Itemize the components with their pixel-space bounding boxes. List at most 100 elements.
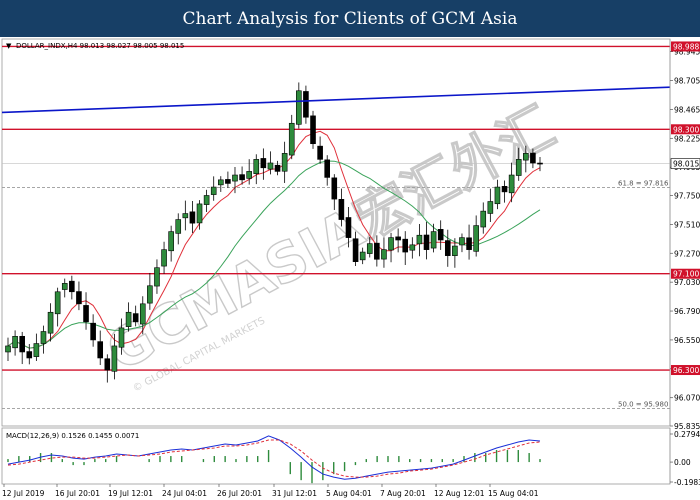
candle-down — [466, 237, 472, 250]
candle-up — [381, 249, 387, 260]
macd-title: MACD(12,26,9) 0.1526 0.1455 0.0071 — [6, 432, 139, 440]
candle-down — [444, 240, 451, 256]
level-label: 98.988 — [673, 42, 699, 51]
candle-up — [54, 291, 61, 315]
candle-up — [5, 345, 11, 353]
time-axis-label: 12 Aug 12:01 — [434, 489, 485, 498]
candle-up — [47, 311, 54, 334]
time-axis-label: 5 Aug 04:01 — [326, 489, 372, 498]
candle-down — [104, 358, 111, 371]
candle-down — [324, 159, 331, 178]
macd-axis-label: 0.00 — [674, 458, 691, 467]
symbol-expand-icon[interactable]: ▼ — [6, 42, 12, 50]
candle-up — [196, 203, 203, 224]
candle-down — [395, 236, 401, 241]
candle-up — [246, 171, 252, 179]
candle-down — [317, 145, 323, 160]
candle-up — [459, 237, 465, 246]
candle-down — [310, 115, 316, 145]
time-axis-label: 12 Jul 2019 — [2, 489, 45, 498]
candle-up — [175, 219, 182, 234]
time-axis-label: 16 Jul 20:01 — [55, 489, 100, 498]
candle-down — [90, 322, 96, 341]
chart-figure: GCMASIA宏汇外汇 © GLOBAL CAPITAL MARKETS 61.… — [0, 37, 700, 500]
candle-down — [97, 341, 104, 359]
price-axis-label: 96.550 — [674, 336, 700, 345]
price-axis-label: 97.270 — [674, 249, 700, 258]
price-axis-label: 98.225 — [674, 134, 700, 143]
candle-down — [402, 238, 409, 253]
symbol-info: DOLLAR_INDX,H4 98.013 98.027 98.005 98.0… — [16, 42, 184, 50]
candle-up — [118, 327, 125, 348]
candle-down — [374, 242, 380, 260]
candle-up — [480, 210, 487, 228]
price-axis-label: 96.070 — [674, 394, 700, 403]
macd-axis-label: 0.2794 — [674, 430, 700, 439]
candle-up — [61, 283, 68, 290]
price-axis-label: 97.510 — [674, 220, 700, 229]
candle-up — [161, 249, 167, 267]
candle-up — [203, 195, 210, 205]
level-label: 98.300 — [673, 125, 699, 134]
candle-down — [274, 164, 281, 172]
candle-down — [189, 211, 196, 224]
candle-up — [12, 336, 18, 349]
candle-up — [487, 201, 494, 214]
candle-up — [267, 162, 274, 170]
candle-up — [430, 231, 437, 249]
time-axis-label: 7 Aug 20:01 — [380, 489, 426, 498]
candle-up — [253, 159, 260, 175]
candle-up — [147, 285, 153, 304]
level-label: 97.100 — [673, 270, 699, 279]
candle-up — [139, 303, 146, 325]
candle-up — [168, 231, 174, 252]
candle-down — [26, 351, 33, 359]
candle-up — [359, 251, 366, 261]
time-axis-label: 19 Jul 12:01 — [108, 489, 153, 498]
time-axis-label: 15 Aug 04:01 — [488, 489, 539, 498]
candle-down — [530, 152, 536, 164]
candle-up — [523, 153, 529, 161]
candle-up — [281, 153, 288, 172]
macd-axis-label: -0.1983 — [674, 478, 700, 487]
candle-down — [352, 238, 359, 262]
price-axis-label: 97.030 — [674, 278, 700, 287]
level-label: 96.300 — [673, 366, 699, 375]
candle-down — [239, 174, 245, 181]
price-axis-label: 97.750 — [674, 191, 700, 200]
time-axis-label: 26 Jul 20:01 — [217, 489, 262, 498]
last-price-label: 98.015 — [673, 160, 699, 169]
time-axis-label: 24 Jul 04:01 — [162, 489, 207, 498]
candle-down — [303, 91, 309, 118]
candle-down — [132, 313, 139, 323]
candle-down — [501, 186, 508, 193]
candle-up — [296, 90, 302, 125]
candle-up — [288, 122, 295, 156]
candle-down — [69, 280, 75, 293]
candle-down — [338, 199, 345, 220]
candle-up — [473, 225, 479, 252]
candle-up — [366, 243, 373, 254]
fib-label: 61.8 = 97.816 — [618, 180, 669, 188]
candle-down — [345, 217, 352, 238]
candle-up — [494, 186, 501, 205]
candle-up — [515, 159, 522, 176]
header-banner: Chart Analysis for Clients of GCM Asia — [0, 0, 700, 37]
header-title: Chart Analysis for Clients of GCM Asia — [182, 8, 518, 29]
candle-up — [182, 213, 189, 219]
candle-down — [331, 177, 338, 200]
candle-up — [416, 234, 423, 245]
candle-down — [537, 162, 543, 165]
candle-down — [83, 305, 89, 323]
candle-up — [111, 345, 118, 372]
candle-up — [232, 174, 238, 182]
candle-up — [210, 186, 217, 195]
candle-up — [218, 179, 224, 186]
candle-down — [437, 229, 444, 241]
candle-down — [225, 179, 231, 184]
candle-down — [260, 158, 267, 169]
price-axis-label: 96.790 — [674, 307, 700, 316]
price-axis-label: 98.465 — [674, 105, 700, 114]
price-axis-label: 98.705 — [674, 77, 700, 86]
chart-background — [0, 37, 700, 500]
